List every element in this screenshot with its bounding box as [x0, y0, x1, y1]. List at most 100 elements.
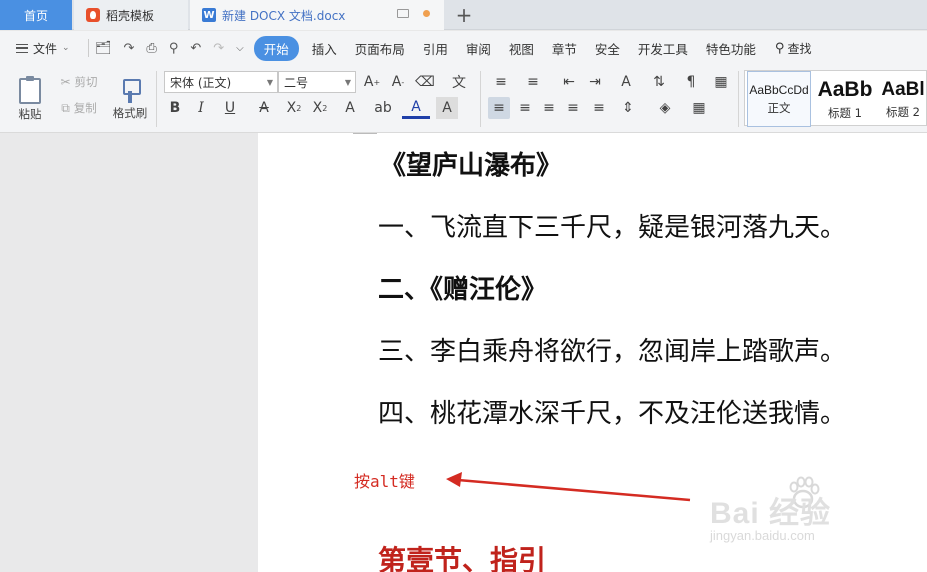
search-icon: ⚲: [774, 40, 785, 56]
align-center-icon[interactable]: ≡: [514, 97, 536, 119]
tab-bar: 首页 稻壳模板 W 新建 DOCX 文档.docx +: [0, 0, 927, 30]
doc-line-2[interactable]: 二、《赠汪伦》: [378, 277, 547, 303]
increase-indent-icon[interactable]: ⇥: [584, 71, 606, 93]
watermark-brand: Bai 经验: [710, 497, 832, 530]
menu-item-special[interactable]: 特色功能: [697, 39, 765, 58]
doc-line-3[interactable]: 三、李白乘舟将欲行，忽闻岸上踏歌声。: [378, 339, 846, 365]
menu-item-view[interactable]: 视图: [500, 39, 543, 58]
ribbon-divider: [738, 71, 739, 127]
sort-icon[interactable]: ⇅: [648, 71, 670, 93]
align-right-icon[interactable]: ≡: [538, 97, 560, 119]
cut-button[interactable]: ✂ 剪切: [56, 73, 102, 91]
style-gallery: AaBbCcDd 正文 AaBb 标题 1 AaBl 标题 2: [744, 70, 927, 127]
doc-line-title[interactable]: 《望庐山瀑布》: [380, 153, 562, 179]
numbered-list-icon[interactable]: ≡: [520, 71, 546, 93]
menu-item-review[interactable]: 审阅: [457, 39, 500, 58]
underline-icon[interactable]: U: [216, 97, 244, 119]
search-label: 查找: [787, 41, 812, 56]
borders-icon[interactable]: ▦: [684, 97, 714, 119]
justify-icon[interactable]: ≡: [562, 97, 584, 119]
shading-icon[interactable]: ◈: [650, 97, 680, 119]
style-heading-1-sample: AaBb: [817, 77, 873, 101]
style-normal-sample: AaBbCcDd: [749, 82, 809, 97]
chevron-down-icon: ▼: [266, 78, 273, 87]
file-menu[interactable]: 文件 ⌄: [0, 40, 88, 57]
copy-button[interactable]: ⧉ 复制: [56, 99, 102, 117]
style-heading-1-label: 标题 1: [828, 105, 862, 120]
font-name-select[interactable]: 宋体 (正文) ▼: [164, 71, 278, 93]
unsaved-dot-icon: [423, 10, 430, 17]
tab-home[interactable]: 首页: [0, 0, 72, 30]
monitor-icon[interactable]: [397, 9, 409, 18]
text-effect-icon[interactable]: A: [336, 97, 364, 119]
style-heading-1[interactable]: AaBb 标题 1: [813, 71, 877, 127]
style-normal[interactable]: AaBbCcDd 正文: [747, 71, 811, 127]
subscript-icon[interactable]: X2: [308, 97, 332, 119]
clipboard-icon: [19, 76, 41, 104]
char-shading-icon[interactable]: A: [436, 97, 458, 119]
undo-icon[interactable]: ↶: [190, 41, 201, 56]
menu-item-security[interactable]: 安全: [586, 39, 629, 58]
annotation-label: 按alt键: [354, 472, 415, 491]
table-grid-icon[interactable]: ▦: [710, 71, 732, 93]
paste-label: 粘贴: [18, 107, 42, 121]
bullet-list-icon[interactable]: ≡: [488, 71, 514, 93]
style-heading-2-sample: AaBl: [881, 78, 925, 100]
menu-item-home[interactable]: 开始: [253, 35, 299, 61]
show-marks-icon[interactable]: ¶: [676, 71, 706, 93]
menu-item-section[interactable]: 章节: [543, 39, 586, 58]
decrease-indent-icon[interactable]: ⇤: [558, 71, 580, 93]
search-button[interactable]: ⚲ 查找: [765, 40, 812, 57]
menu-item-insert[interactable]: 插入: [303, 39, 346, 58]
cut-label: 剪切: [74, 75, 98, 89]
file-menu-label: 文件: [33, 41, 58, 56]
print-icon[interactable]: ⎙: [146, 41, 156, 56]
plus-icon: +: [455, 3, 473, 27]
text-direction-icon[interactable]: A: [612, 71, 640, 93]
align-left-icon[interactable]: ≡: [488, 97, 510, 119]
line-spacing-icon[interactable]: ⇕: [614, 97, 642, 119]
tab-home-label: 首页: [23, 8, 48, 23]
highlight-icon[interactable]: ab: [368, 97, 398, 119]
strikethrough-icon[interactable]: A: [250, 97, 278, 119]
font-size-value: 二号: [284, 75, 309, 90]
ribbon-toolbar: 粘贴 ✂ 剪切 ⧉ 复制 格式刷 宋体 (正文) ▼ 二号 ▼ A + A- ⌫ …: [0, 65, 927, 133]
font-size-select[interactable]: 二号 ▼: [278, 71, 356, 93]
watermark-url: jingyan.baidu.com: [710, 528, 815, 543]
distribute-icon[interactable]: ≡: [588, 97, 610, 119]
doc-line-1[interactable]: 一、飞流直下三千尺，疑是银河落九天。: [378, 215, 846, 241]
doc-heading-red[interactable]: 第壹节、指引: [378, 539, 546, 572]
italic-icon[interactable]: I: [190, 97, 212, 119]
open-folder-icon[interactable]: 🗂: [95, 41, 112, 56]
word-doc-icon: W: [202, 8, 216, 22]
bold-icon[interactable]: B: [164, 97, 186, 119]
page-corner-mark: [353, 133, 377, 134]
font-name-value: 宋体 (正文): [170, 75, 232, 90]
shrink-font-icon[interactable]: A-: [388, 71, 408, 93]
style-heading-2[interactable]: AaBl 标题 2: [879, 71, 927, 127]
tab-template[interactable]: 稻壳模板: [74, 0, 188, 30]
customize-chevron-icon[interactable]: ⌵: [236, 43, 244, 54]
new-tab-button[interactable]: +: [452, 0, 476, 30]
clear-format-icon[interactable]: ⌫: [414, 71, 436, 93]
menu-item-layout[interactable]: 页面布局: [346, 39, 414, 58]
annotation-arrow-icon: [446, 472, 691, 502]
format-painter-button[interactable]: 格式刷: [108, 71, 152, 129]
ribbon-divider: [480, 71, 481, 127]
doc-line-4[interactable]: 四、桃花潭水深千尺，不及汪伦送我情。: [378, 401, 846, 427]
menu-item-developer[interactable]: 开发工具: [629, 39, 697, 58]
phonetic-guide-icon[interactable]: 文: [442, 71, 476, 93]
baidu-watermark: Bai 经验 jingyan.baidu.com: [700, 470, 880, 550]
hamburger-icon: [16, 43, 28, 53]
quick-access-toolbar: 🗂 ↷ ⎙ ⚲ ↶ ↷ ⌵: [88, 39, 244, 57]
menu-item-references[interactable]: 引用: [414, 39, 457, 58]
save-icon[interactable]: ↷: [124, 41, 135, 56]
docer-logo-icon: [86, 8, 100, 22]
print-preview-icon[interactable]: ⚲: [169, 41, 179, 56]
paste-button[interactable]: 粘贴: [10, 71, 50, 129]
font-color-icon[interactable]: A: [402, 97, 430, 119]
redo-icon[interactable]: ↷: [213, 41, 224, 56]
superscript-icon[interactable]: X2: [282, 97, 306, 119]
tab-document[interactable]: W 新建 DOCX 文档.docx: [190, 0, 444, 30]
grow-font-icon[interactable]: A +: [362, 71, 382, 93]
